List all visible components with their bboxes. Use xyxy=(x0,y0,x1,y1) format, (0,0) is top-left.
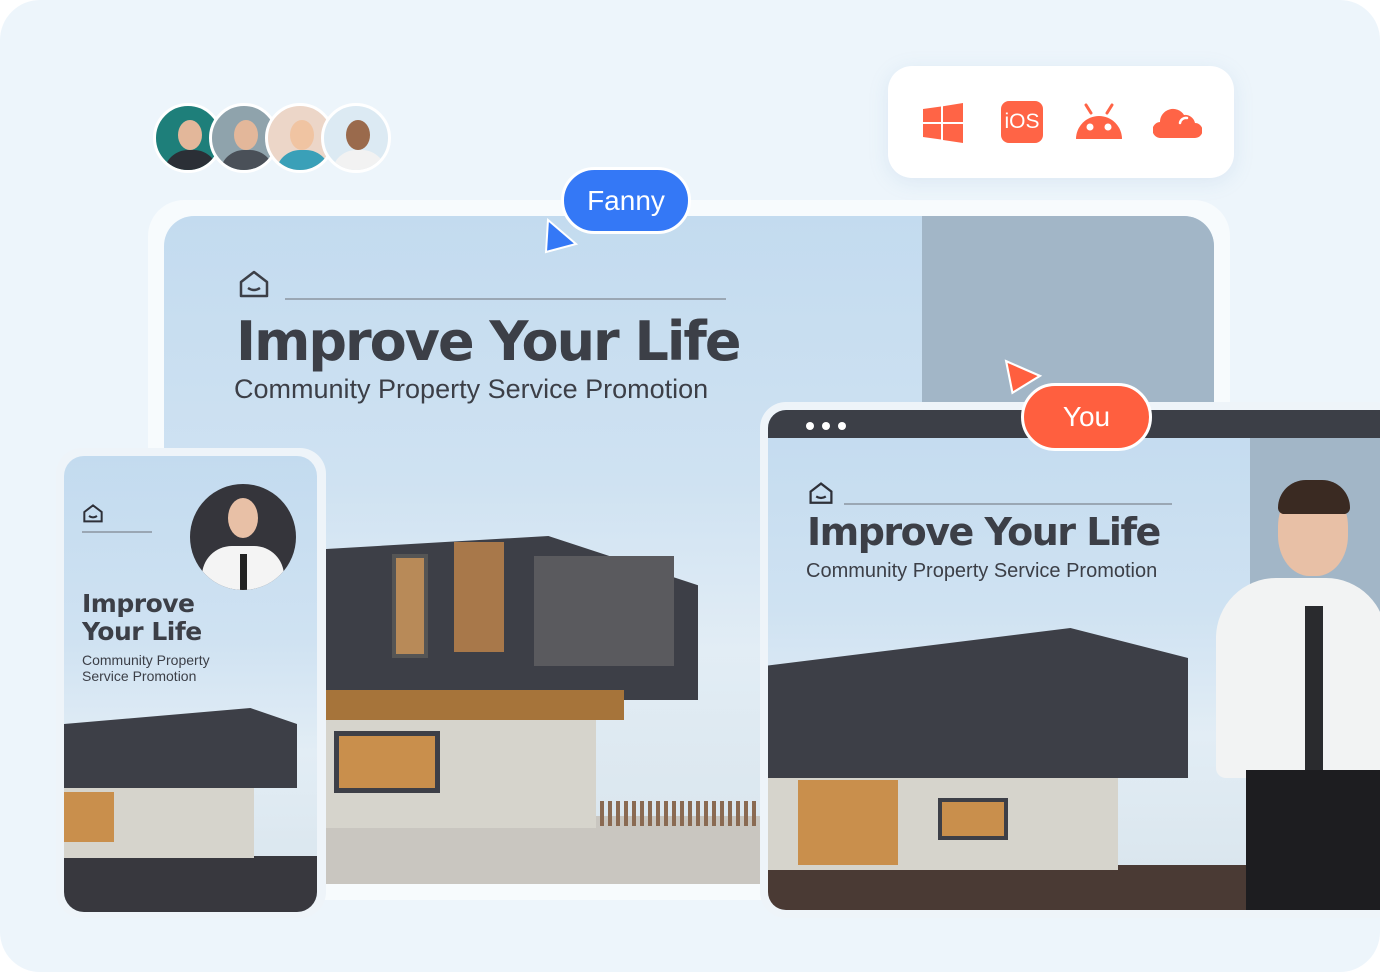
presenter-avatar xyxy=(190,484,296,590)
desktop-title: Improve Your Life xyxy=(236,310,742,373)
ios-icon[interactable]: iOS xyxy=(1001,101,1043,143)
cloud-icon[interactable] xyxy=(1153,106,1202,138)
tablet-subtitle: Community Property Service Promotion xyxy=(806,560,1158,582)
you-label: You xyxy=(1021,383,1152,451)
tablet-title: Improve Your Life xyxy=(807,510,1161,554)
desktop-subtitle: Community Property Service Promotion xyxy=(234,374,709,404)
fanny-label: Fanny xyxy=(561,167,691,234)
window-dot xyxy=(822,422,830,430)
home-logo-icon xyxy=(239,270,269,298)
phone-title: Improve Your Life xyxy=(82,589,202,646)
phone-screen: Improve Your Life Community Property Servi… xyxy=(64,456,317,912)
window-dot xyxy=(806,422,814,430)
phone-subtitle: Community Property Service Promotion xyxy=(82,652,210,684)
avatar[interactable] xyxy=(321,103,391,173)
platform-card: iOS xyxy=(888,66,1234,178)
tablet-screen: Improve Your Life Community Property Ser… xyxy=(768,410,1380,910)
home-logo-icon xyxy=(83,504,103,523)
window-dot xyxy=(838,422,846,430)
android-icon[interactable] xyxy=(1076,103,1122,139)
home-logo-icon xyxy=(809,482,833,504)
windows-icon[interactable] xyxy=(923,103,963,143)
